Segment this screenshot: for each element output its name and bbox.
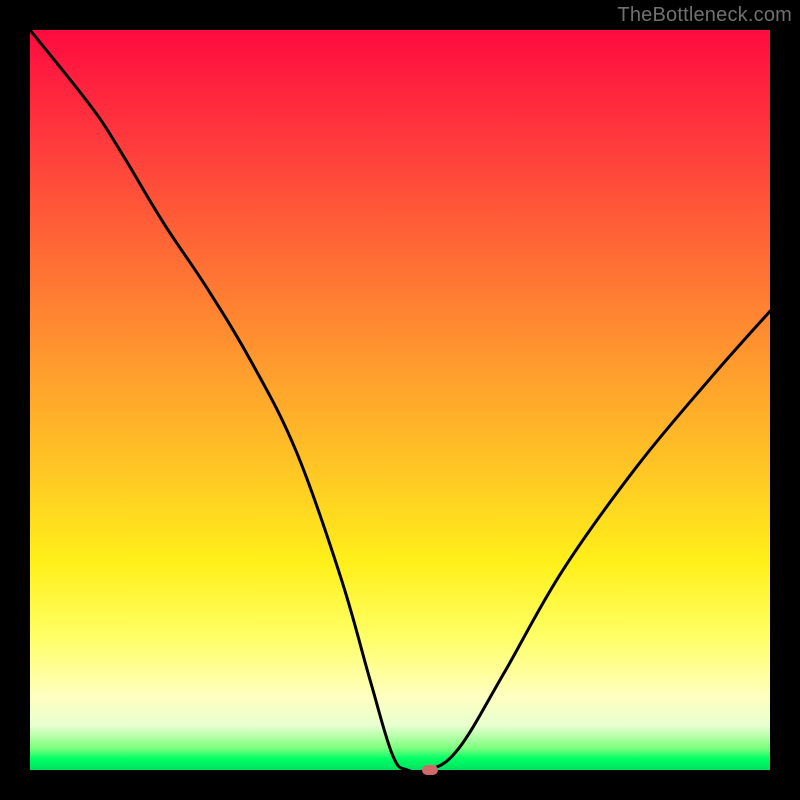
plot-area	[30, 30, 770, 770]
bottleneck-curve	[30, 30, 770, 770]
watermark-text: TheBottleneck.com	[617, 4, 792, 27]
optimal-point-marker	[422, 765, 438, 775]
chart-frame: TheBottleneck.com	[0, 0, 800, 800]
